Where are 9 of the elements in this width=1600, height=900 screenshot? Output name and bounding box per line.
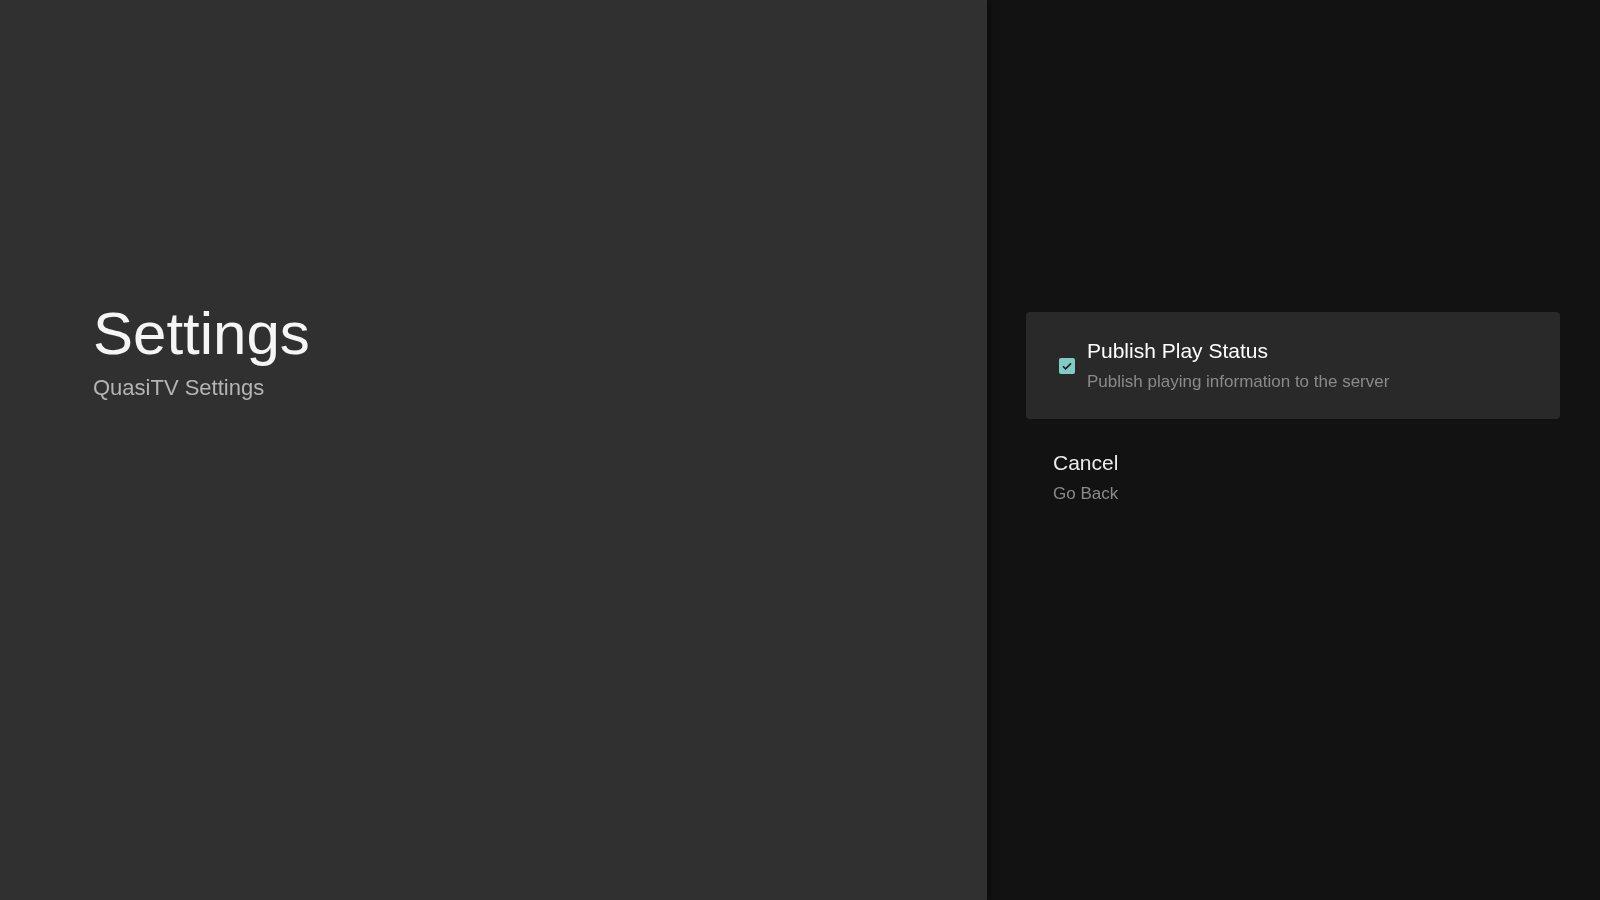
page-title: Settings xyxy=(93,299,310,369)
option-title: Publish Play Status xyxy=(1087,337,1269,364)
page-subtitle: QuasiTV Settings xyxy=(93,374,265,402)
settings-option[interactable]: Publish Play Status Publish playing information to the server xyxy=(1026,312,1560,419)
option-description: Publish playing information to the server xyxy=(1087,370,1390,393)
checkbox[interactable] xyxy=(1059,357,1075,374)
option-title: Cancel xyxy=(1053,450,1119,476)
option-description: Go Back xyxy=(1053,483,1119,505)
settings-option[interactable]: Cancel Go Back xyxy=(1026,435,1560,521)
